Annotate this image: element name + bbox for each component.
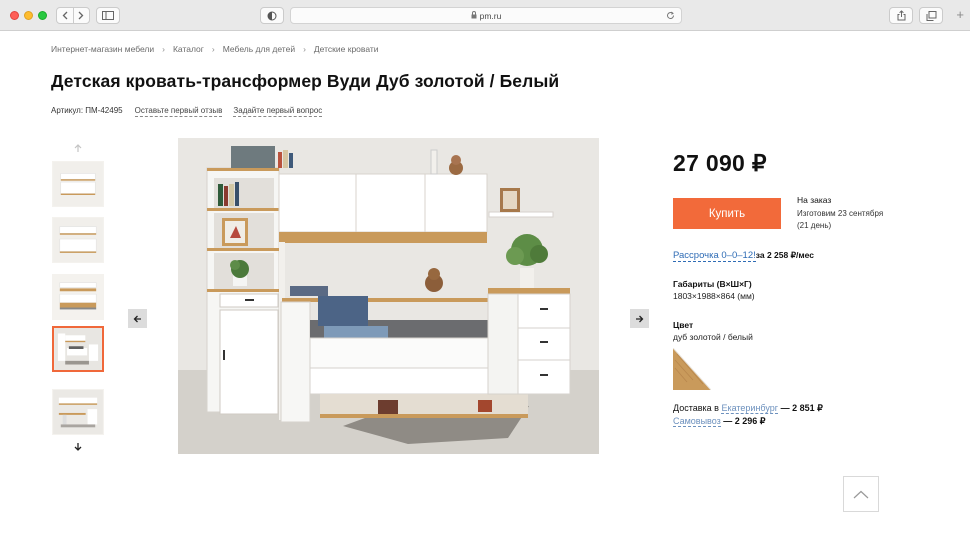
delivery-prefix: Доставка в: [673, 403, 722, 413]
color-swatch[interactable]: [673, 348, 711, 390]
make-date: Изготовим 23 сентября: [797, 209, 884, 218]
leave-review-link[interactable]: Оставьте первый отзыв: [134, 106, 223, 117]
delivery-info: Доставка в Екатеринбург — 2 851 ₽ Самовы…: [673, 402, 823, 428]
order-status: На заказ: [797, 195, 832, 205]
breadcrumb-item[interactable]: Детские кровати: [314, 44, 379, 54]
dimensions-label: Габариты (В×Ш×Г): [673, 279, 752, 289]
pickup-link[interactable]: Самовывоз: [673, 416, 721, 427]
arrow-left-icon[interactable]: [128, 309, 147, 328]
page-title: Детская кровать-трансформер Вуди Дуб зол…: [51, 71, 560, 91]
color-label: Цвет: [673, 320, 694, 330]
zoom-window-button[interactable]: [38, 11, 47, 20]
privacy-icon[interactable]: [260, 7, 284, 24]
address-bar[interactable]: pm.ru: [290, 7, 682, 24]
reload-icon[interactable]: [666, 11, 675, 22]
product-page: Интернет-магазин мебели › Каталог › Мебе…: [0, 32, 970, 550]
forward-icon[interactable]: [74, 8, 90, 23]
gallery-thumbnail[interactable]: [52, 217, 104, 263]
browser-window: pm.ru + Интернет-магазин мебели › Катало…: [0, 0, 970, 550]
breadcrumb-item[interactable]: Мебель для детей: [223, 44, 295, 54]
breadcrumb-separator: ›: [303, 44, 306, 54]
product-price: 27 090 ₽: [673, 150, 767, 176]
delivery-city-price: — 2 851 ₽: [778, 403, 823, 413]
chevron-up-icon: [853, 490, 869, 498]
scroll-to-top-button[interactable]: [843, 476, 879, 512]
breadcrumb-separator: ›: [211, 44, 215, 54]
product-main-image[interactable]: [178, 138, 599, 454]
gallery-thumbnail-active[interactable]: [52, 326, 104, 372]
browser-toolbar: pm.ru +: [0, 0, 970, 31]
installment-link[interactable]: Рассрочка 0–0–12!: [673, 250, 756, 262]
minimize-window-button[interactable]: [24, 11, 33, 20]
product-meta: Артикул: ПМ-42495 Оставьте первый отзыв …: [51, 106, 333, 117]
breadcrumb-item[interactable]: Интернет-магазин мебели: [51, 44, 154, 54]
history-nav: [56, 7, 90, 24]
back-icon[interactable]: [57, 8, 74, 23]
gallery-thumbnail[interactable]: [52, 389, 104, 435]
gallery-thumbnail[interactable]: [52, 274, 104, 320]
url-text: pm.ru: [479, 10, 502, 21]
installment-amount: за 2 258 ₽/мес: [755, 250, 814, 260]
dimensions-value: 1803×1988×864 (мм): [673, 291, 755, 301]
pickup-price: — 2 296 ₽: [720, 416, 766, 426]
arrow-down-icon[interactable]: [72, 440, 84, 452]
arrow-right-icon[interactable]: [630, 309, 649, 328]
breadcrumb-item[interactable]: Каталог: [173, 44, 204, 54]
lock-icon: [471, 10, 477, 21]
buy-button[interactable]: Купить: [673, 198, 781, 229]
make-days: (21 день): [797, 221, 832, 230]
arrow-up-icon[interactable]: [72, 142, 84, 154]
delivery-city-link[interactable]: Екатеринбург: [721, 403, 779, 414]
sku-label: Артикул: ПМ-42495: [51, 106, 123, 115]
share-icon[interactable]: [889, 7, 913, 24]
tabs-icon[interactable]: [919, 7, 943, 24]
gallery-thumbnail[interactable]: [52, 161, 104, 207]
ask-question-link[interactable]: Задайте первый вопрос: [233, 106, 323, 117]
sidebar-icon[interactable]: [96, 7, 120, 24]
order-info: На заказ Изготовим 23 сентября (21 день): [797, 195, 883, 232]
color-value: дуб золотой / белый: [673, 332, 753, 342]
installment-info: Рассрочка 0–0–12!за 2 258 ₽/мес: [673, 250, 814, 262]
close-window-button[interactable]: [10, 11, 19, 20]
breadcrumb-separator: ›: [162, 44, 165, 54]
new-tab-icon[interactable]: +: [956, 8, 964, 21]
breadcrumb: Интернет-магазин мебели › Каталог › Мебе…: [51, 44, 379, 54]
